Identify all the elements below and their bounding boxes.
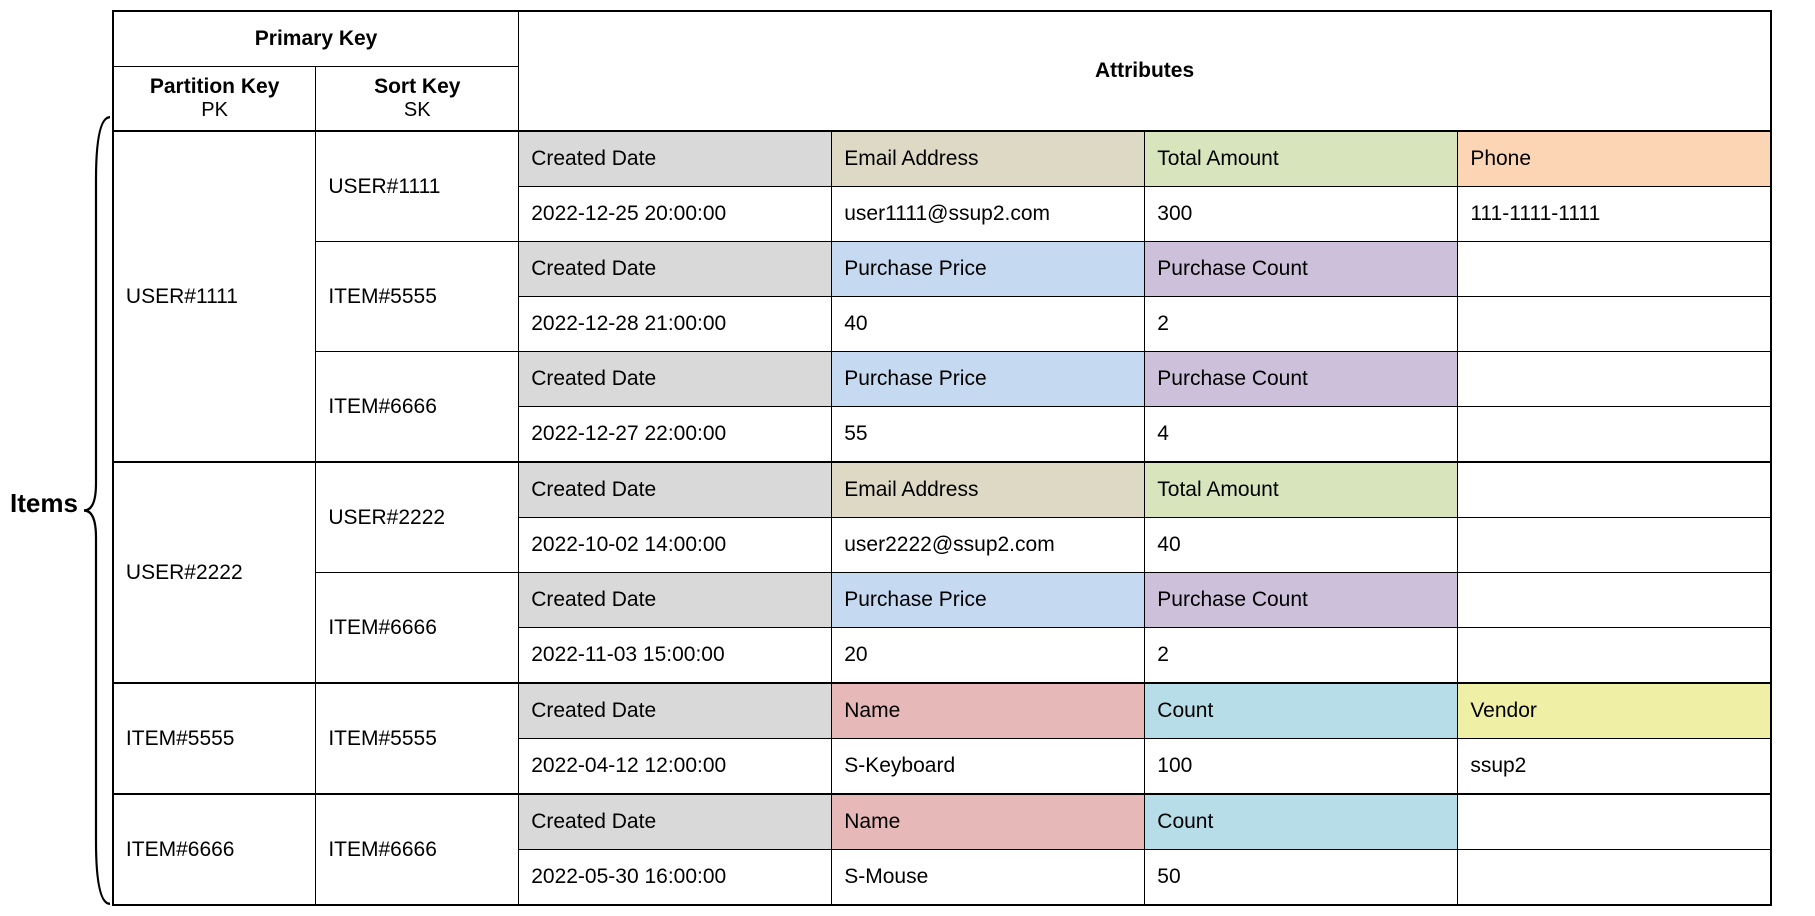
pk-cell: USER#1111 xyxy=(113,131,316,462)
attr-name-cell: Created Date xyxy=(519,794,832,850)
attr-name-cell: Created Date xyxy=(519,242,832,297)
attr-name-cell: Created Date xyxy=(519,462,832,518)
attr-name-cell: Name xyxy=(832,794,1145,850)
attr-value-cell: 2022-05-30 16:00:00 xyxy=(519,850,832,906)
attr-value-cell: S-Mouse xyxy=(832,850,1145,906)
sk-cell: ITEM#6666 xyxy=(316,352,519,463)
header-sort-key: Sort Key SK xyxy=(316,67,519,132)
attr-value-cell xyxy=(1458,407,1771,463)
sk-cell: ITEM#5555 xyxy=(316,242,519,352)
attr-name-cell: Purchase Count xyxy=(1145,573,1458,628)
attr-name-cell: Total Amount xyxy=(1145,462,1458,518)
attr-name-cell: Name xyxy=(832,683,1145,739)
attr-value-cell: 2 xyxy=(1145,297,1458,352)
attr-name-cell: Purchase Count xyxy=(1145,352,1458,407)
items-label-text: Items xyxy=(10,488,78,519)
attr-value-cell: 55 xyxy=(832,407,1145,463)
attr-value-cell: 100 xyxy=(1145,739,1458,795)
attr-value-cell: 2022-11-03 15:00:00 xyxy=(519,628,832,684)
attr-value-cell: 2022-12-25 20:00:00 xyxy=(519,187,832,242)
header-partition-key-sub: PK xyxy=(126,99,303,122)
attr-value-cell: 2022-04-12 12:00:00 xyxy=(519,739,832,795)
attr-value-cell: 300 xyxy=(1145,187,1458,242)
attr-name-cell xyxy=(1458,242,1771,297)
header-primary-key: Primary Key xyxy=(113,11,519,67)
attr-name-cell: Phone xyxy=(1458,131,1771,187)
attr-name-cell: Created Date xyxy=(519,573,832,628)
header-sort-key-main: Sort Key xyxy=(328,75,506,99)
attr-value-cell xyxy=(1458,297,1771,352)
sk-cell: ITEM#6666 xyxy=(316,794,519,905)
attr-name-cell: Purchase Count xyxy=(1145,242,1458,297)
attr-name-cell: Email Address xyxy=(832,131,1145,187)
header-attributes: Attributes xyxy=(519,11,1771,131)
brace-icon xyxy=(82,115,112,906)
attr-value-cell: 2022-12-28 21:00:00 xyxy=(519,297,832,352)
attr-value-cell: 2 xyxy=(1145,628,1458,684)
attr-name-cell xyxy=(1458,794,1771,850)
attr-name-cell: Total Amount xyxy=(1145,131,1458,187)
attr-value-cell xyxy=(1458,850,1771,906)
attr-name-cell: Purchase Price xyxy=(832,242,1145,297)
attr-value-cell: user2222@ssup2.com xyxy=(832,518,1145,573)
attr-value-cell: 4 xyxy=(1145,407,1458,463)
attr-value-cell: 2022-12-27 22:00:00 xyxy=(519,407,832,463)
attr-value-cell: 40 xyxy=(1145,518,1458,573)
attr-value-cell: 20 xyxy=(832,628,1145,684)
attr-name-cell: Count xyxy=(1145,794,1458,850)
header-primary-key-text: Primary Key xyxy=(255,27,378,50)
pk-cell: USER#2222 xyxy=(113,462,316,683)
attr-value-cell: 2022-10-02 14:00:00 xyxy=(519,518,832,573)
attr-value-cell: user1111@ssup2.com xyxy=(832,187,1145,242)
dynamodb-table: Primary Key Attributes Partition Key PK … xyxy=(112,10,1772,906)
header-partition-key-main: Partition Key xyxy=(126,75,303,99)
attr-name-cell: Vendor xyxy=(1458,683,1771,739)
attr-value-cell xyxy=(1458,628,1771,684)
pk-cell: ITEM#5555 xyxy=(113,683,316,794)
attr-value-cell: 40 xyxy=(832,297,1145,352)
attr-name-cell: Purchase Price xyxy=(832,352,1145,407)
sk-cell: ITEM#6666 xyxy=(316,573,519,684)
attr-value-cell xyxy=(1458,518,1771,573)
attr-name-cell xyxy=(1458,462,1771,518)
attr-name-cell: Created Date xyxy=(519,683,832,739)
sk-cell: USER#1111 xyxy=(316,131,519,242)
attr-value-cell: ssup2 xyxy=(1458,739,1771,795)
attr-name-cell xyxy=(1458,352,1771,407)
sk-cell: USER#2222 xyxy=(316,462,519,573)
attr-name-cell xyxy=(1458,573,1771,628)
attr-name-cell: Created Date xyxy=(519,352,832,407)
items-label: Items xyxy=(10,398,82,519)
attr-name-cell: Purchase Price xyxy=(832,573,1145,628)
header-sort-key-sub: SK xyxy=(328,99,506,122)
attr-value-cell: 50 xyxy=(1145,850,1458,906)
sk-cell: ITEM#5555 xyxy=(316,683,519,794)
header-attributes-text: Attributes xyxy=(1095,59,1194,82)
pk-cell: ITEM#6666 xyxy=(113,794,316,905)
attr-name-cell: Created Date xyxy=(519,131,832,187)
header-partition-key: Partition Key PK xyxy=(113,67,316,132)
attr-name-cell: Count xyxy=(1145,683,1458,739)
attr-name-cell: Email Address xyxy=(832,462,1145,518)
attr-value-cell: S-Keyboard xyxy=(832,739,1145,795)
attr-value-cell: 111-1111-1111 xyxy=(1458,187,1771,242)
